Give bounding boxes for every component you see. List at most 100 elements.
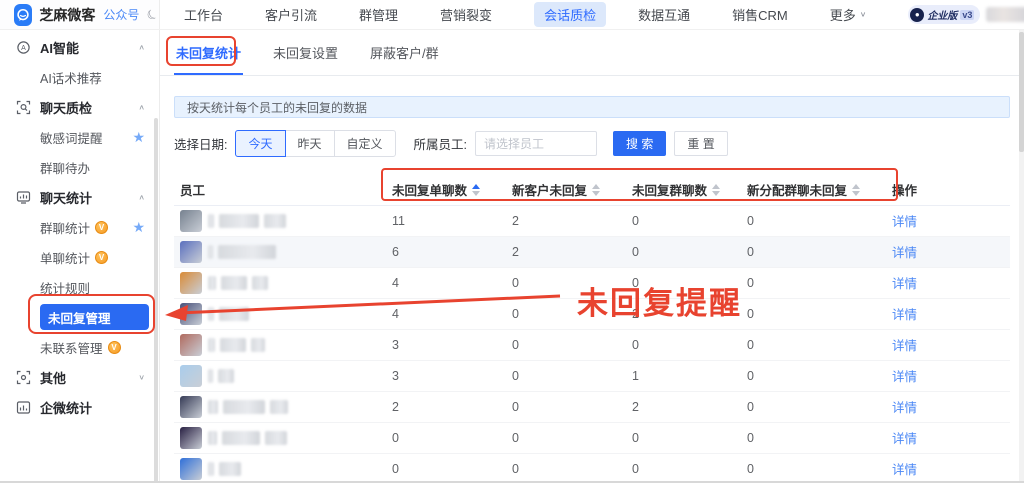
detail-link[interactable]: 详情 — [892, 277, 917, 291]
page-scrollbar[interactable] — [1019, 0, 1024, 483]
nav-item-customer-acquisition[interactable]: 客户引流 — [265, 5, 317, 24]
employee-select-input[interactable] — [475, 131, 597, 156]
detail-link[interactable]: 详情 — [892, 246, 917, 260]
value-cell-3: 0 — [741, 267, 886, 298]
nav-item-more[interactable]: 更多∨ — [830, 5, 867, 24]
employee-cell — [174, 267, 386, 298]
sidebar-item-group-chat-stats[interactable]: 群聊统计V★ — [0, 212, 159, 242]
employee-name-redacted — [222, 431, 260, 445]
value-cell-0: 3 — [386, 360, 506, 391]
detail-link[interactable]: 详情 — [892, 432, 917, 446]
date-option-2[interactable]: 自定义 — [334, 130, 396, 157]
user-name-redacted[interactable] — [986, 7, 1024, 22]
employee-name-redacted — [264, 214, 286, 228]
sidebar-item-uncontacted-management[interactable]: 未联系管理V — [0, 332, 159, 362]
topbar-right: ● 企业版 v3 ∨ — [908, 5, 1024, 24]
column-header-5: 操作 — [886, 175, 1010, 205]
employee-name-redacted — [223, 400, 265, 414]
sidebar-group-qiwei-stats[interactable]: 企微统计 — [0, 392, 159, 422]
date-option-1[interactable]: 昨天 — [285, 130, 335, 157]
employee-name-redacted — [220, 338, 246, 352]
nav-item-marketing-fission[interactable]: 营销裂变 — [440, 5, 492, 24]
column-header-inner: 未回复群聊数 — [632, 180, 735, 199]
value-cell-0: 0 — [386, 453, 506, 483]
sidebar-item-single-chat-stats[interactable]: 单聊统计V — [0, 242, 159, 272]
nav-item-group-management[interactable]: 群管理 — [359, 5, 398, 24]
sort-carets-icon[interactable] — [852, 184, 860, 196]
account-type-link[interactable]: 公众号 — [103, 6, 139, 23]
employee-name-redacted — [219, 307, 249, 321]
sidebar-item-label: 群聊待办 — [40, 158, 90, 177]
sidebar-item-stats-rules[interactable]: 统计规则 — [0, 272, 159, 302]
qiwei-icon — [16, 400, 31, 415]
detail-link[interactable]: 详情 — [892, 463, 917, 477]
sidebar-scrollbar[interactable] — [154, 118, 158, 483]
tab-blocked-customers-groups[interactable]: 屏蔽客户/群 — [368, 30, 441, 75]
column-header-2[interactable]: 新客户未回复 — [506, 175, 626, 205]
action-cell: 详情 — [886, 236, 1010, 267]
detail-link[interactable]: 详情 — [892, 370, 917, 384]
search-button[interactable]: 搜 索 — [613, 131, 666, 156]
sort-carets-icon[interactable] — [712, 184, 720, 196]
plan-badge: ● 企业版 v3 — [908, 5, 980, 24]
column-header-4[interactable]: 新分配群聊未回复 — [741, 175, 886, 205]
column-header-label: 新分配群聊未回复 — [747, 180, 847, 199]
employee-cell-inner — [180, 427, 380, 449]
employee-cell — [174, 329, 386, 360]
value-cell-2: 0 — [626, 236, 741, 267]
value-cell-0: 4 — [386, 298, 506, 329]
column-header-3[interactable]: 未回复群聊数 — [626, 175, 741, 205]
star-icon[interactable]: ★ — [132, 129, 145, 146]
tab-unreplied-settings[interactable]: 未回复设置 — [271, 30, 340, 75]
sidebar-item-ai-script-recommend[interactable]: AI话术推荐 — [0, 62, 159, 92]
chevron-down-icon: ∨ — [860, 10, 867, 19]
table-header-row: 员工未回复单聊数 新客户未回复未回复群聊数新分配群聊未回复 操作 — [174, 175, 1010, 205]
employee-name-redacted — [208, 276, 216, 290]
action-cell: 详情 — [886, 205, 1010, 236]
sort-carets-icon[interactable] — [472, 184, 480, 196]
detail-link[interactable]: 详情 — [892, 215, 917, 229]
value-cell-2: 2 — [626, 298, 741, 329]
employee-avatar — [180, 334, 202, 356]
value-cell-2: 0 — [626, 453, 741, 483]
column-header-inner: 新分配群聊未回复 — [747, 180, 880, 199]
detail-link[interactable]: 详情 — [892, 401, 917, 415]
tab-unreplied-stats[interactable]: 未回复统计 — [174, 30, 243, 75]
sidebar-item-sensitive-words[interactable]: 敏感词提醒★ — [0, 122, 159, 152]
employee-cell — [174, 391, 386, 422]
employee-avatar — [180, 272, 202, 294]
value-cell-3: 0 — [741, 298, 886, 329]
table-body: 11200详情6200详情4000详情4020详情3000详情3010详情202… — [174, 205, 1010, 483]
table-row: 6200详情 — [174, 236, 1010, 267]
column-header-1[interactable]: 未回复单聊数 — [386, 175, 506, 205]
sidebar-item-unreplied-management[interactable]: 未回复管理 — [40, 304, 149, 330]
nav-item-data-exchange[interactable]: 数据互通 — [638, 5, 690, 24]
sidebar-item-group-chat-todo[interactable]: 群聊待办 — [0, 152, 159, 182]
nav-item-sales-crm[interactable]: 销售CRM — [732, 5, 788, 24]
detail-link[interactable]: 详情 — [892, 339, 917, 353]
page-scrollbar-thumb[interactable] — [1019, 32, 1024, 152]
detail-link[interactable]: 详情 — [892, 308, 917, 322]
column-header-label: 未回复单聊数 — [392, 180, 467, 199]
value-cell-3: 0 — [741, 205, 886, 236]
sidebar-group-chat-stats[interactable]: 聊天统计∧ — [0, 182, 159, 212]
sidebar-item-label: AI话术推荐 — [40, 68, 102, 87]
column-header-0: 员工 — [174, 175, 386, 205]
sort-carets-icon[interactable] — [592, 184, 600, 196]
star-icon[interactable]: ★ — [132, 219, 145, 236]
sidebar-group-chat-quality[interactable]: 聊天质检∧ — [0, 92, 159, 122]
nav-item-session-quality[interactable]: 会话质检 — [534, 2, 606, 27]
employee-name-redacted — [265, 431, 287, 445]
column-header-label: 操作 — [892, 180, 917, 199]
reset-button[interactable]: 重 置 — [674, 131, 727, 156]
chevron-up-icon: ∧ — [138, 103, 145, 112]
nav-item-workbench[interactable]: 工作台 — [184, 5, 223, 24]
filter-bar: 选择日期: 今天昨天自定义 所属员工: 搜 索 重 置 — [174, 130, 1010, 157]
employee-filter-label: 所属员工: — [414, 134, 467, 153]
sidebar-group-ai[interactable]: AAI智能∧ — [0, 32, 159, 62]
sidebar-group-other[interactable]: 其他∨ — [0, 362, 159, 392]
value-cell-1: 0 — [506, 453, 626, 483]
value-cell-3: 0 — [741, 236, 886, 267]
date-option-0[interactable]: 今天 — [235, 130, 285, 157]
employee-cell-inner — [180, 458, 380, 480]
